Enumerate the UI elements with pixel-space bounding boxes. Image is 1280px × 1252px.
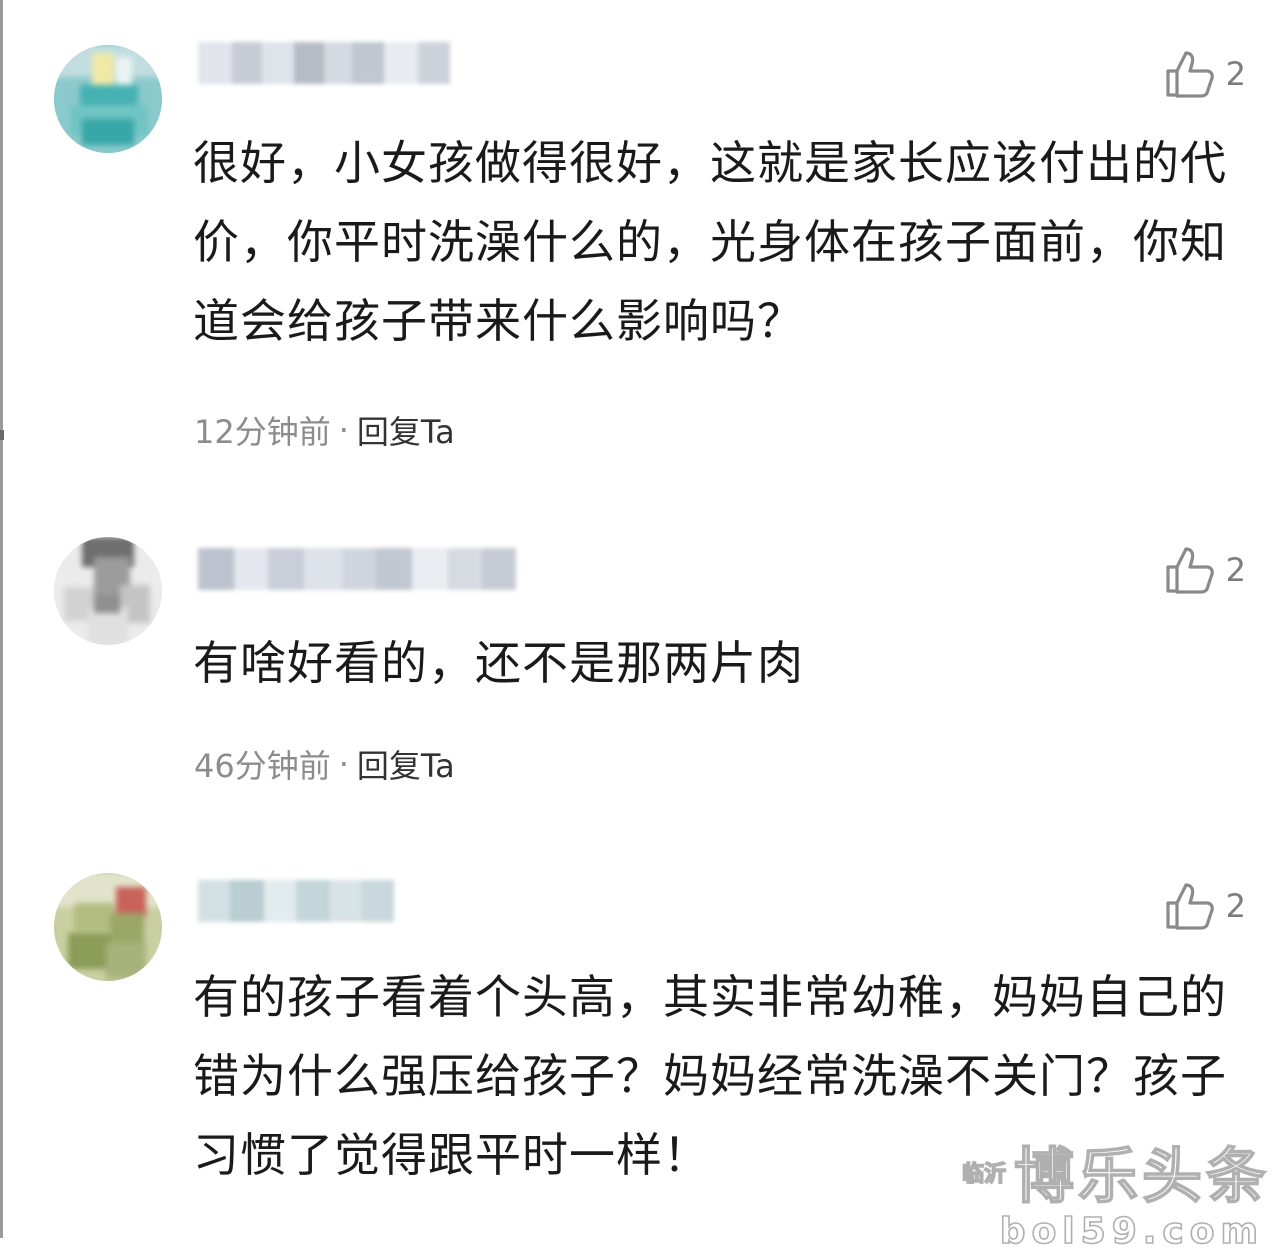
thumbs-up-icon [1164,50,1214,98]
username-pixelated[interactable] [198,548,516,590]
comment-text: 有啥好看的，还不是那两片肉 [193,636,804,690]
username-pixelated[interactable] [198,880,394,922]
like-count: 2 [1225,887,1246,925]
like-count: 2 [1225,551,1246,589]
timestamp: 12分钟前 [194,413,331,451]
meta-separator: · [338,745,349,783]
avatar[interactable] [54,45,162,153]
comment-text: 很好，小女孩做得很好，这就是家长应该付出的代价，你平时洗澡什么的，光身体在孩子面… [193,136,1227,348]
thumbs-up-icon [1164,546,1214,594]
like-button[interactable]: 2 [1164,50,1246,98]
watermark-small: 临沂 [961,1161,1007,1188]
watermark-title: 博乐头条 [1013,1141,1270,1213]
like-button[interactable]: 2 [1164,546,1246,594]
watermark-url: bol59.com [999,1210,1264,1252]
left-border [0,0,3,1238]
comment-meta: 46分钟前 · 回复Ta [194,741,455,787]
meta-separator: · [338,411,349,449]
avatar[interactable] [54,537,162,645]
reply-button[interactable]: 回复Ta [357,407,455,453]
watermark: 临沂 博乐头条 bol59.com [961,1128,1270,1252]
comment-meta: 12分钟前 · 回复Ta [194,407,455,453]
like-button[interactable]: 2 [1164,882,1246,930]
reply-button[interactable]: 回复Ta [357,741,455,787]
timestamp: 46分钟前 [194,747,331,785]
username-pixelated[interactable] [198,42,450,84]
thumbs-up-icon [1164,882,1214,930]
avatar[interactable] [54,873,162,981]
left-border-tick [0,430,4,440]
like-count: 2 [1225,55,1246,93]
